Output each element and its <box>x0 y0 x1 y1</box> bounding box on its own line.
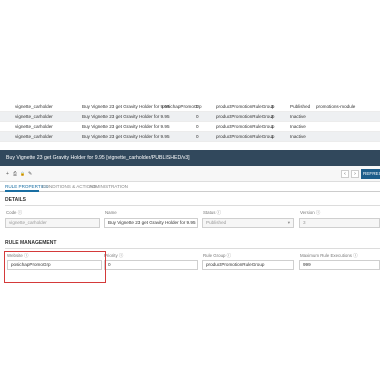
table-row[interactable]: vignette_carholder Buy Vignette 23 get G… <box>0 132 380 142</box>
name-field[interactable]: Buy Vignette 23 get Gravity Holder for 9… <box>104 218 198 228</box>
version-label: Version ⓘ <box>300 210 321 215</box>
cell-version: 1 <box>271 124 274 129</box>
cell-module: promotions-module <box>316 104 356 109</box>
cell-version: 1 <box>271 134 274 139</box>
table-row[interactable]: vignette_carholder Buy Vignette 23 get G… <box>0 102 380 112</box>
cell-priority: 0 <box>196 124 199 129</box>
status-label: Status ⓘ <box>203 210 222 215</box>
rule-group-field[interactable]: productPromotionRuleGroup <box>202 260 294 270</box>
cell-status: Inactive <box>290 134 306 139</box>
cell-status: Published <box>290 104 311 109</box>
save-icon[interactable]: ⎙ <box>13 171 17 177</box>
cell-rule-group: productPromotionRuleGroup <box>216 134 275 139</box>
table-row[interactable]: vignette_carholder Buy Vignette 23 get G… <box>0 112 380 122</box>
max-executions-field[interactable]: 999 <box>299 260 380 270</box>
detail-header: Buy Vignette 23 get Gravity Holder for 9… <box>0 150 380 166</box>
chevron-down-icon: ▾ <box>287 220 290 225</box>
detail-tabs: RULE PROPERTIES CONDITIONS & ACTIONS ADM… <box>0 182 380 192</box>
table-row[interactable]: vignette_carholder Buy Vignette 23 get G… <box>0 122 380 132</box>
cell-status: Inactive <box>290 114 306 119</box>
status-field[interactable]: Published ▾ <box>202 218 294 228</box>
rule-group-label: Rule Group ⓘ <box>203 253 232 258</box>
code-label: Code ⓘ <box>6 210 23 215</box>
cell-code: vignette_carholder <box>15 114 53 119</box>
cell-rule-group: productPromotionRuleGroup <box>216 104 275 109</box>
cell-name: Buy Vignette 23 get Gravity Holder for 9… <box>82 114 170 119</box>
cell-priority: 0 <box>196 104 199 109</box>
cell-name: Buy Vignette 23 get Gravity Holder for 9… <box>82 124 170 129</box>
lock-icon[interactable]: 🔒 <box>20 171 25 176</box>
name-label: Name <box>105 210 117 215</box>
version-field[interactable]: 3 <box>299 218 380 228</box>
cell-code: vignette_carholder <box>15 104 53 109</box>
cell-code: vignette_carholder <box>15 134 53 139</box>
rule-management-section-title: RULE MANAGEMENT <box>5 240 57 246</box>
cell-version: 3 <box>271 104 274 109</box>
cell-version: 2 <box>271 114 274 119</box>
next-button[interactable]: › <box>351 170 359 178</box>
edit-icon[interactable]: ✎ <box>28 171 32 177</box>
cell-name: Buy Vignette 23 get Gravity Holder for 9… <box>82 134 170 139</box>
details-divider <box>5 205 380 206</box>
rule-management-divider <box>5 248 380 249</box>
cell-rule-group: productPromotionRuleGroup <box>216 114 275 119</box>
new-icon[interactable]: + <box>6 171 9 177</box>
detail-title: Buy Vignette 23 get Gravity Holder for 9… <box>6 155 190 161</box>
cell-code: vignette_carholder <box>15 124 53 129</box>
cell-priority: 0 <box>196 114 199 119</box>
priority-label: Priority ⓘ <box>104 253 124 258</box>
cell-priority: 0 <box>196 134 199 139</box>
tab-administration[interactable]: ADMINISTRATION <box>89 184 128 189</box>
detail-toolbar: + ⎙ 🔒 ✎ ‹ › REFRESH <box>0 166 380 182</box>
refresh-button[interactable]: REFRESH <box>361 169 380 179</box>
cell-name: Buy Vignette 23 get Gravity Holder for 9… <box>82 104 170 109</box>
website-highlight-box <box>4 251 106 283</box>
code-field[interactable]: vignette_carholder <box>5 218 100 228</box>
max-executions-label: Maximum Rule Executions ⓘ <box>300 253 358 258</box>
status-value: Published <box>206 220 227 225</box>
active-tab-indicator <box>5 190 39 192</box>
priority-field[interactable]: 0 <box>104 260 198 270</box>
rules-grid: vignette_carholder Buy Vignette 23 get G… <box>0 102 380 142</box>
cell-status: Inactive <box>290 124 306 129</box>
cell-rule-group: productPromotionRuleGroup <box>216 124 275 129</box>
details-section-title: DETAILS <box>5 197 27 203</box>
previous-button[interactable]: ‹ <box>341 170 349 178</box>
